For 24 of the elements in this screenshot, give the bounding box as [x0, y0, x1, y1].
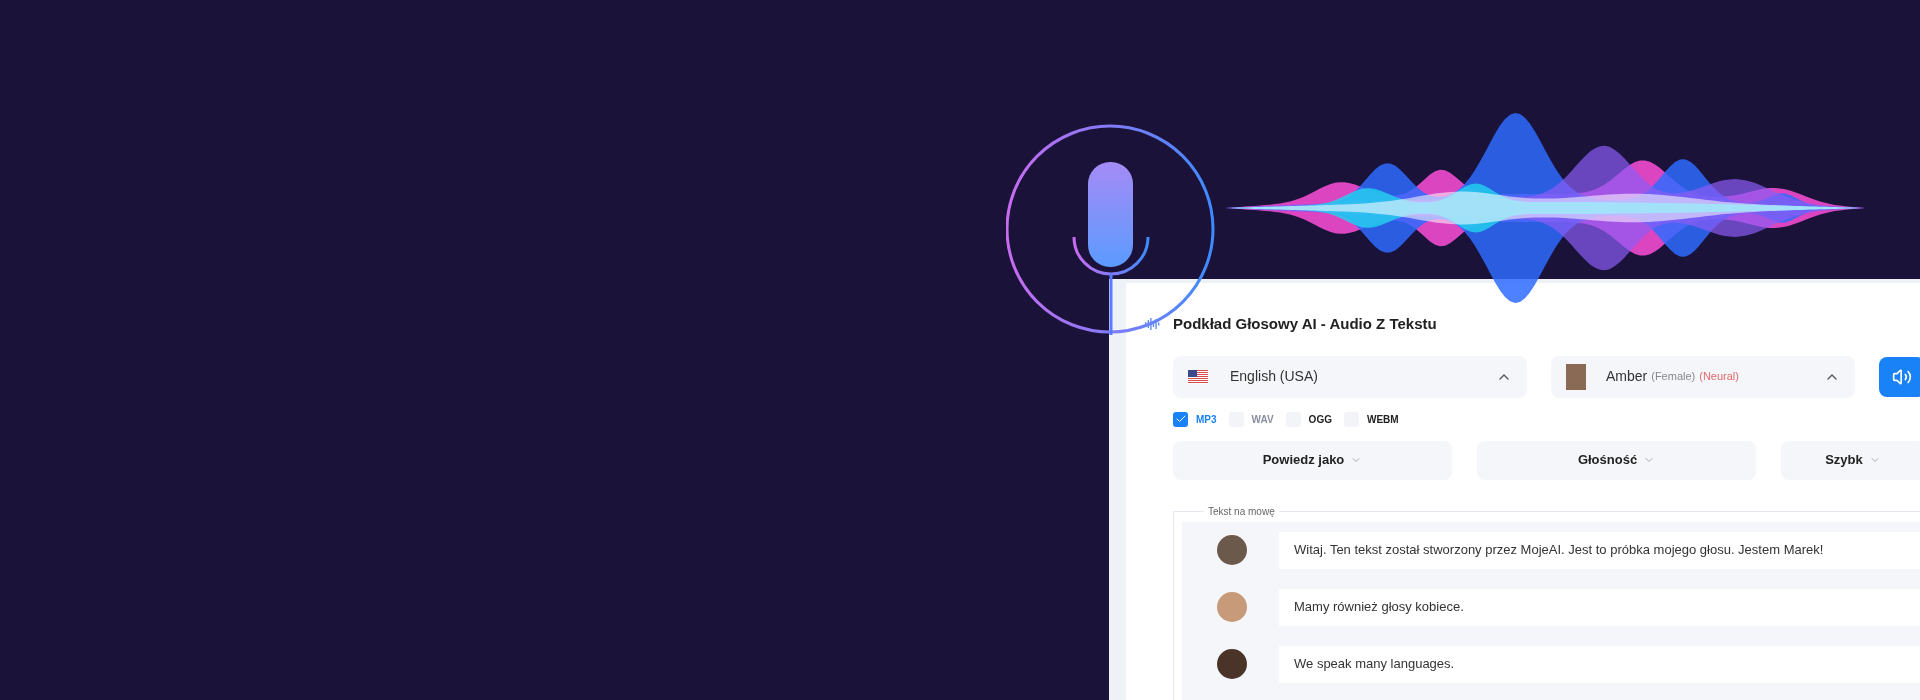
avatar	[1217, 649, 1247, 679]
panel-title: Podkład Głosowy AI - Audio Z Tekstu	[1173, 314, 1437, 334]
option-dropdown[interactable]: Powiedz jako	[1173, 440, 1452, 480]
avatar	[1217, 592, 1247, 622]
format-label: MP3	[1196, 412, 1217, 427]
checkbox[interactable]	[1173, 411, 1188, 427]
check-icon	[1174, 413, 1187, 425]
format-label: OGG	[1308, 412, 1332, 427]
voice-type: (Neural)	[1699, 369, 1740, 385]
play-button[interactable]	[1879, 356, 1920, 397]
language-label: English (USA)	[1230, 367, 1319, 386]
option-dropdown[interactable]: Głośność	[1477, 440, 1756, 480]
voice-dropdown[interactable]: Amber (Female) (Neural)	[1551, 355, 1855, 398]
format-label: WEBM	[1366, 412, 1399, 427]
photo-placeholder	[1566, 363, 1586, 390]
avatar	[1217, 535, 1247, 565]
sound-bars-icon	[1145, 317, 1161, 332]
language-dropdown[interactable]: English (USA)	[1173, 355, 1527, 398]
format-label: WAV	[1251, 412, 1274, 427]
flag-icon	[1188, 369, 1208, 384]
voice-name: Amber	[1606, 367, 1648, 386]
voice-gender: (Female)	[1651, 369, 1696, 385]
speaker-icon	[1892, 366, 1912, 387]
option-dropdown[interactable]: Szybk	[1781, 440, 1920, 480]
